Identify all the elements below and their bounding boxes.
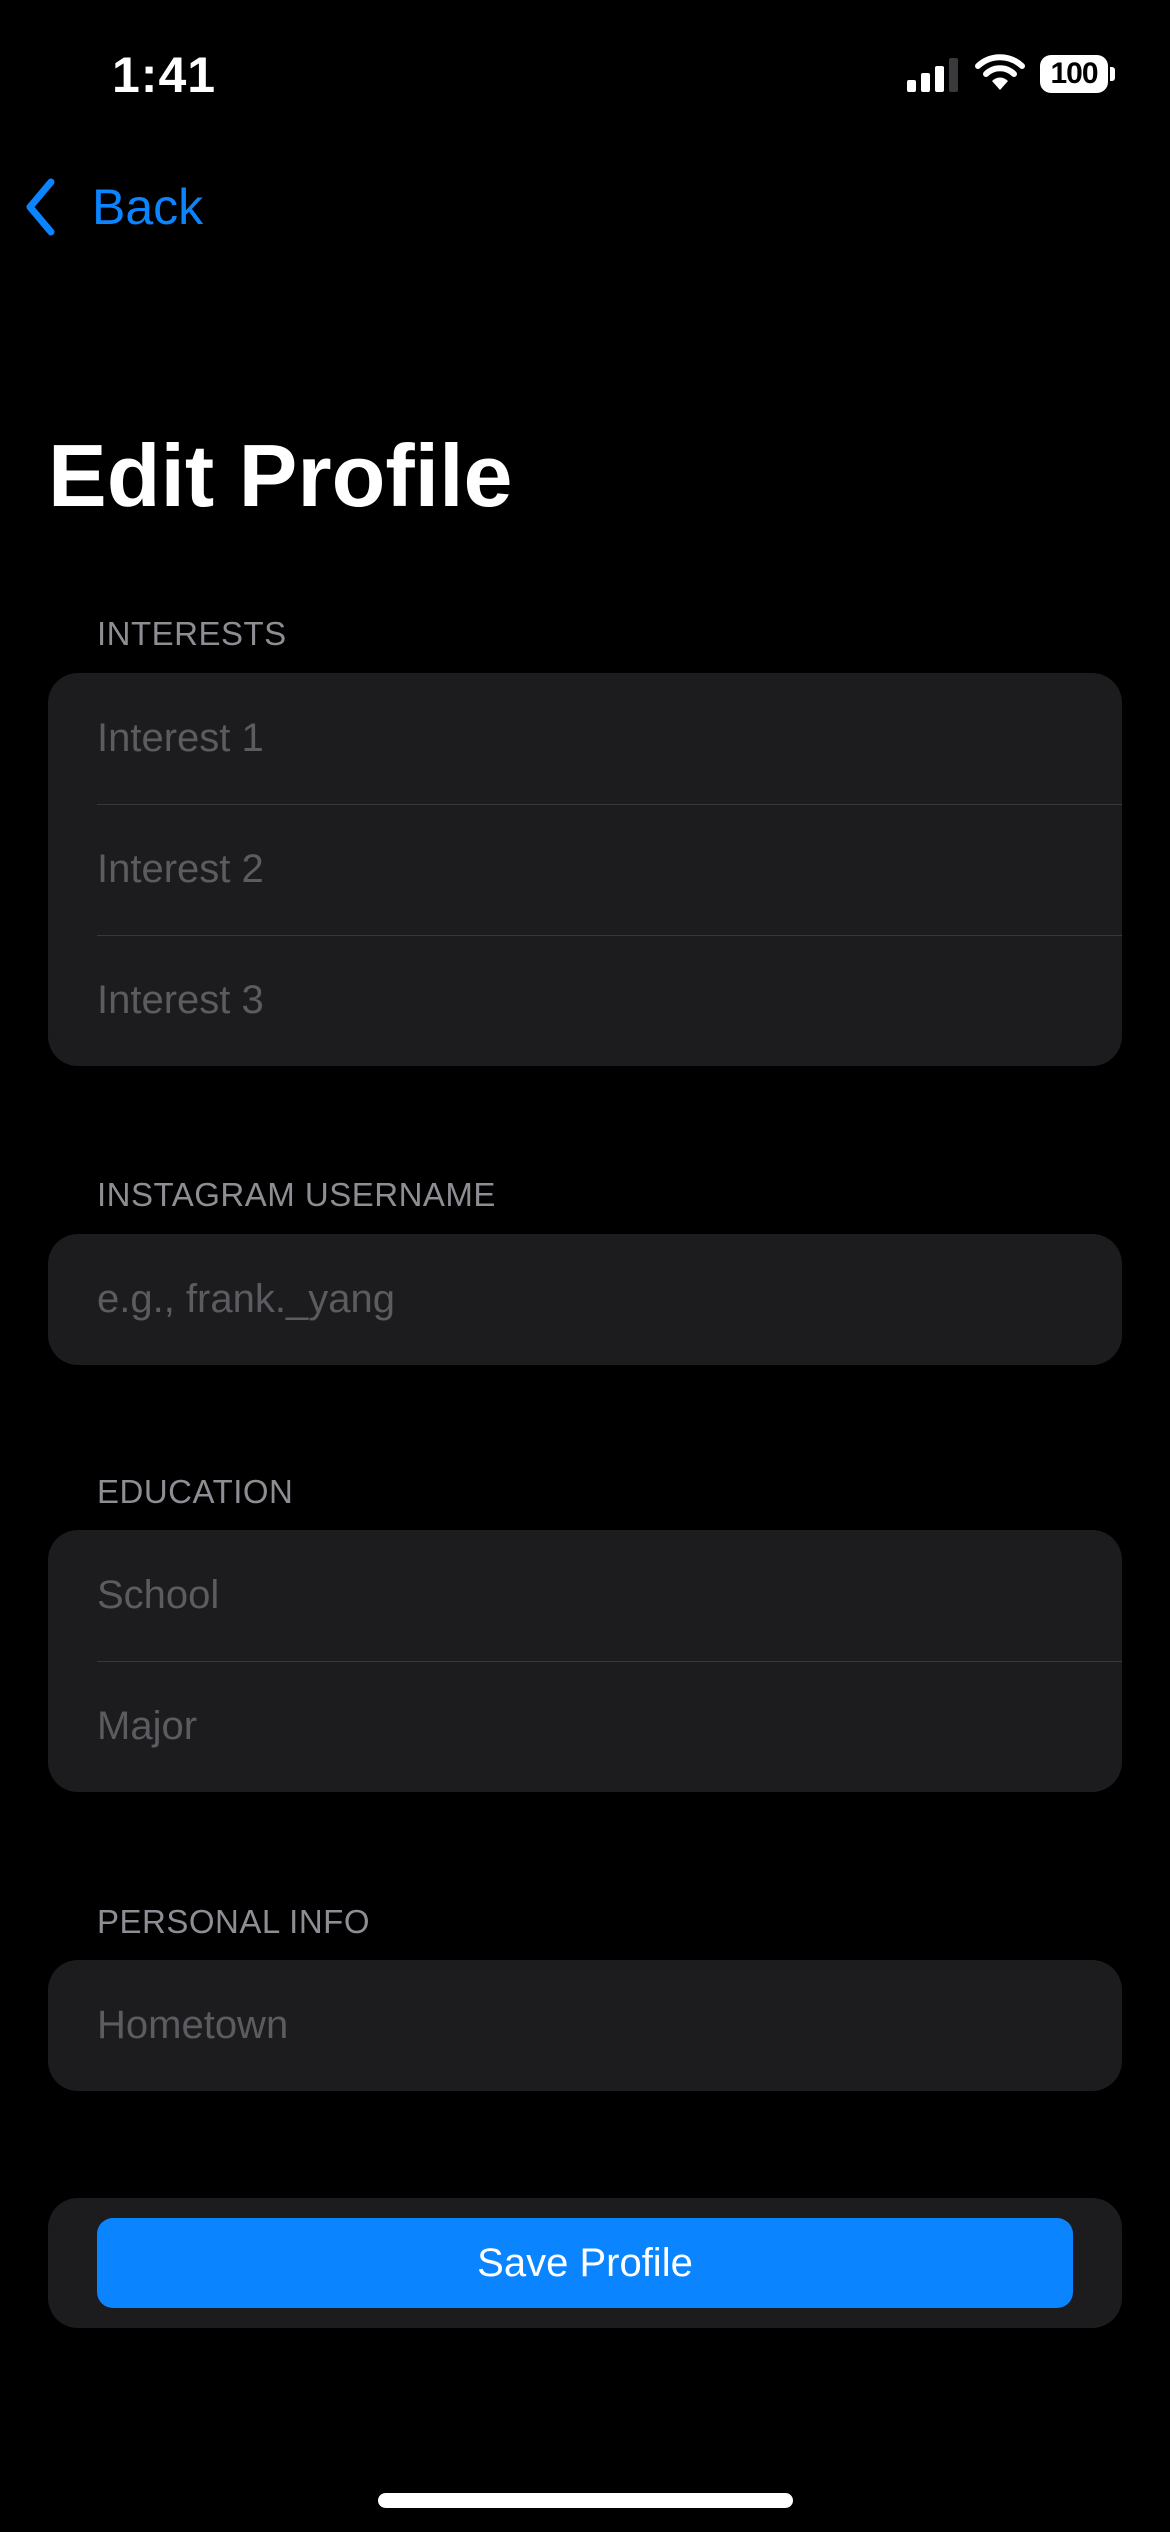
personal-info-label: PERSONAL INFO xyxy=(97,1903,370,1940)
instagram-username-input[interactable] xyxy=(97,1234,1087,1365)
interest-3-input[interactable] xyxy=(97,935,1087,1066)
home-indicator[interactable] xyxy=(378,2493,793,2508)
chevron-left-icon xyxy=(26,178,55,236)
hometown-input[interactable] xyxy=(97,1960,1087,2091)
education-label: EDUCATION xyxy=(97,1473,294,1510)
interest-1-input[interactable] xyxy=(97,673,1087,804)
instagram-label: INSTAGRAM USERNAME xyxy=(97,1176,496,1213)
interests-card xyxy=(48,673,1122,1066)
major-input[interactable] xyxy=(97,1661,1087,1792)
interests-label: INTERESTS xyxy=(97,615,287,652)
save-card: Save Profile xyxy=(48,2198,1122,2328)
education-card xyxy=(48,1530,1122,1792)
wifi-icon xyxy=(975,54,1025,90)
instagram-card xyxy=(48,1234,1122,1365)
status-time: 1:41 xyxy=(112,47,217,103)
interest-2-input[interactable] xyxy=(97,804,1087,935)
save-profile-button[interactable]: Save Profile xyxy=(97,2218,1073,2308)
personal-info-card xyxy=(48,1960,1122,2091)
back-label: Back xyxy=(92,179,204,235)
school-input[interactable] xyxy=(97,1530,1087,1661)
battery-icon: 100 xyxy=(1040,55,1108,93)
back-button[interactable]: Back xyxy=(24,172,203,242)
page-title: Edit Profile xyxy=(48,426,513,525)
cellular-signal-icon xyxy=(907,58,959,92)
battery-nub xyxy=(1110,67,1115,81)
